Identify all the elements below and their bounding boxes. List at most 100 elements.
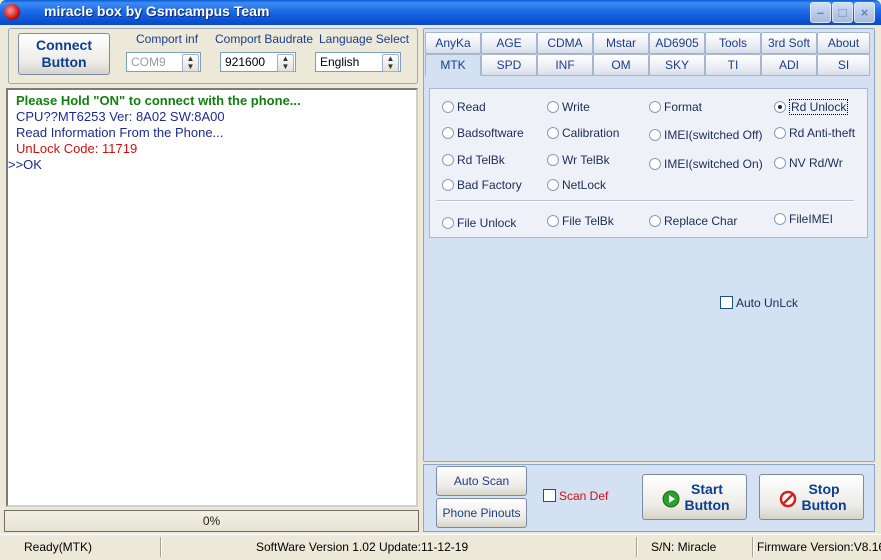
option-file-imei[interactable]: FileIMEI <box>774 212 833 228</box>
option-wr-telbk[interactable]: Wr TelBk <box>547 153 610 169</box>
status-divider <box>636 537 638 557</box>
auto-scan-button[interactable]: Auto Scan Button <box>436 466 527 516</box>
radio-icon <box>649 158 661 170</box>
option-file-telbk[interactable]: File TelBk <box>547 214 614 230</box>
progress-bar: 0% <box>4 510 419 532</box>
radio-icon <box>442 101 454 113</box>
radio-icon <box>774 127 786 139</box>
close-button[interactable]: × <box>854 2 875 23</box>
radio-selected-icon <box>774 101 786 113</box>
tab-tools[interactable]: Tools <box>705 32 761 54</box>
play-icon <box>662 490 680 508</box>
option-replace-char[interactable]: Replace Char <box>649 214 737 230</box>
option-imei-off[interactable]: IMEI(switched Off) <box>649 128 762 144</box>
comport-select[interactable]: COM9 ▲ ▼ <box>126 52 201 72</box>
option-rd-antitheft[interactable]: Rd Anti-theft <box>774 126 855 142</box>
tab-3rd-soft[interactable]: 3rd Soft <box>761 32 817 54</box>
start-label-line1: Start <box>691 481 723 497</box>
radio-icon <box>649 129 661 141</box>
status-serial: S/N: Miracle <box>651 540 717 554</box>
start-button[interactable]: Start Button <box>642 474 747 520</box>
checkbox-icon <box>543 489 556 502</box>
log-line: Please Hold "ON" to connect with the pho… <box>16 93 301 108</box>
connect-button-line1: Connect <box>36 37 92 53</box>
maximize-icon: □ <box>838 5 847 20</box>
spin-arrows-icon[interactable]: ▲ ▼ <box>277 54 294 72</box>
radio-icon <box>442 217 454 229</box>
spin-arrows-icon[interactable]: ▲ ▼ <box>382 54 399 72</box>
app-eye-icon[interactable] <box>4 4 20 20</box>
radio-icon <box>547 127 559 139</box>
option-file-unlock[interactable]: File Unlock <box>442 216 516 232</box>
language-select[interactable]: English ▲ ▼ <box>315 52 401 72</box>
option-badsoftware[interactable]: Badsoftware <box>442 126 524 142</box>
connect-button-line2: Button <box>41 54 87 70</box>
close-icon: × <box>860 5 869 20</box>
radio-icon <box>774 157 786 169</box>
progress-text: 0% <box>202 514 221 528</box>
option-write[interactable]: Write <box>547 100 590 116</box>
status-firmware: Firmware Version:V8.16 <box>757 540 881 554</box>
baudrate-value: 921600 <box>225 55 266 69</box>
baudrate-label: Comport Baudrate <box>215 32 314 46</box>
option-rd-telbk[interactable]: Rd TelBk <box>442 153 505 169</box>
stop-label-line1: Stop <box>808 481 840 497</box>
radio-icon <box>649 215 661 227</box>
comport-value: COM9 <box>131 55 166 69</box>
tab-inf[interactable]: INF <box>537 54 593 76</box>
radio-icon <box>774 213 786 225</box>
baudrate-select[interactable]: 921600 ▲ ▼ <box>220 52 296 72</box>
option-format[interactable]: Format <box>649 100 702 116</box>
option-rd-unlock[interactable]: Rd Unlock <box>774 99 849 116</box>
option-bad-factory[interactable]: Bad Factory <box>442 178 522 194</box>
log-output[interactable]: Please Hold "ON" to connect with the pho… <box>6 88 418 507</box>
tab-om[interactable]: OM <box>593 54 649 76</box>
window-title: miracle box by Gsmcampus Team <box>44 3 270 19</box>
option-netlock[interactable]: NetLock <box>547 178 606 194</box>
tab-mtk[interactable]: MTK <box>425 54 481 76</box>
status-mode: Ready(MTK) <box>24 540 93 554</box>
comport-label: Comport inf <box>136 32 199 46</box>
tab-mstar[interactable]: Mstar <box>593 32 649 54</box>
option-calibration[interactable]: Calibration <box>547 126 619 142</box>
tab-sky[interactable]: SKY <box>649 54 705 76</box>
phone-pinouts-button[interactable]: Phone Pinouts <box>436 498 527 528</box>
stop-label-line2: Button <box>801 497 847 513</box>
radio-icon <box>547 179 559 191</box>
connect-button[interactable]: Connect Button <box>18 33 110 75</box>
options-divider <box>436 200 854 202</box>
tab-anyka[interactable]: AnyKa <box>425 32 481 54</box>
radio-icon <box>547 215 559 227</box>
language-value: English <box>320 55 360 69</box>
radio-icon <box>547 154 559 166</box>
radio-icon <box>442 154 454 166</box>
minimize-button[interactable]: – <box>810 2 831 23</box>
tab-spd[interactable]: SPD <box>481 54 537 76</box>
language-label: Language Select <box>319 32 410 46</box>
tab-age[interactable]: AGE <box>481 32 537 54</box>
log-line: UnLock Code: 11719 <box>16 141 138 156</box>
option-nv-rdwr[interactable]: NV Rd/Wr <box>774 156 843 172</box>
option-read[interactable]: Read <box>442 100 486 116</box>
status-divider <box>160 537 162 557</box>
scan-def-checkbox[interactable]: Scan Def <box>543 489 608 503</box>
status-divider <box>752 537 754 557</box>
radio-icon <box>649 101 661 113</box>
auto-unlock-checkbox[interactable]: Auto UnLck <box>720 296 798 310</box>
tab-cdma[interactable]: CDMA <box>537 32 593 54</box>
tab-adi[interactable]: ADI <box>761 54 817 76</box>
radio-icon <box>442 179 454 191</box>
log-line: >>OK <box>8 157 42 172</box>
spin-arrows-icon[interactable]: ▲ ▼ <box>182 54 199 72</box>
maximize-button[interactable]: □ <box>832 2 853 23</box>
radio-icon <box>442 127 454 139</box>
tab-si[interactable]: SI <box>817 54 870 76</box>
option-imei-on[interactable]: IMEI(switched On) <box>649 157 763 173</box>
radio-icon <box>547 101 559 113</box>
status-software-version: SoftWare Version 1.02 Update:11-12-19 <box>256 540 469 554</box>
tab-ti[interactable]: TI <box>705 54 761 76</box>
tab-ad6905[interactable]: AD6905 <box>649 32 705 54</box>
stop-button[interactable]: Stop Button <box>759 474 864 520</box>
stop-icon <box>779 490 797 508</box>
tab-about[interactable]: About <box>817 32 870 54</box>
